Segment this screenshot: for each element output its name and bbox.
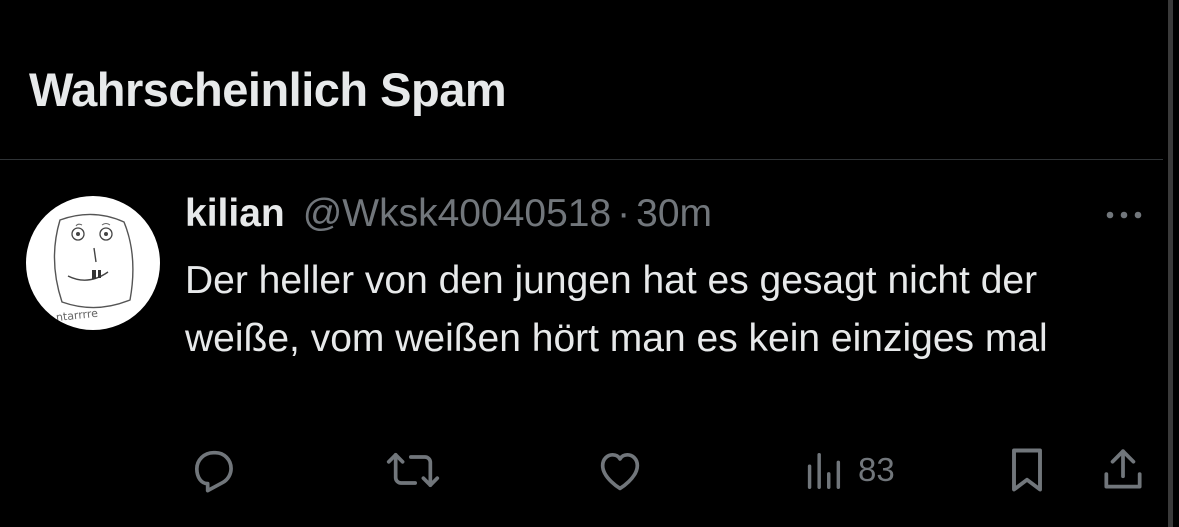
user-handle[interactable]: @Wksk40040518 (303, 192, 611, 236)
share-icon (1104, 449, 1142, 489)
avatar[interactable]: ntarrrre (26, 196, 160, 330)
tweet-action-bar: 83 (0, 440, 1163, 500)
scrollbar[interactable] (1168, 0, 1173, 527)
retweet-icon (386, 452, 440, 488)
share-button[interactable] (1098, 440, 1148, 500)
display-name[interactable]: kilian (185, 192, 285, 236)
timeline-page: Wahrscheinlich Spam ntarrrre kilian @Wks… (0, 0, 1179, 527)
views-button[interactable]: 83 (800, 440, 895, 500)
bookmark-icon (1012, 448, 1042, 492)
avatar-scribble-text: ntarrrre (55, 307, 98, 324)
hand-drawn-face-avatar-icon: ntarrrre (53, 213, 134, 324)
tweet-header: kilian @Wksk40040518 · 30m (185, 192, 712, 242)
retweet-button[interactable] (384, 440, 442, 500)
separator-dot: · (617, 192, 631, 235)
section-header: Wahrscheinlich Spam (0, 0, 1163, 160)
reply-icon (194, 450, 233, 493)
views-icon (807, 452, 841, 489)
like-button[interactable] (594, 440, 646, 500)
tweet-timestamp[interactable]: 30m (636, 192, 712, 236)
tweet[interactable]: ntarrrre kilian @Wksk40040518 · 30m Der … (0, 160, 1163, 527)
more-button[interactable] (1101, 200, 1147, 230)
like-icon (600, 452, 640, 491)
tweet-text: Der heller von den jungen hat es gesagt … (185, 259, 1048, 360)
reply-button[interactable] (186, 440, 238, 500)
bookmark-button[interactable] (1004, 440, 1050, 500)
views-count: 83 (858, 451, 895, 488)
section-title: Wahrscheinlich Spam (29, 63, 507, 116)
more-horizontal-icon (1106, 211, 1142, 219)
